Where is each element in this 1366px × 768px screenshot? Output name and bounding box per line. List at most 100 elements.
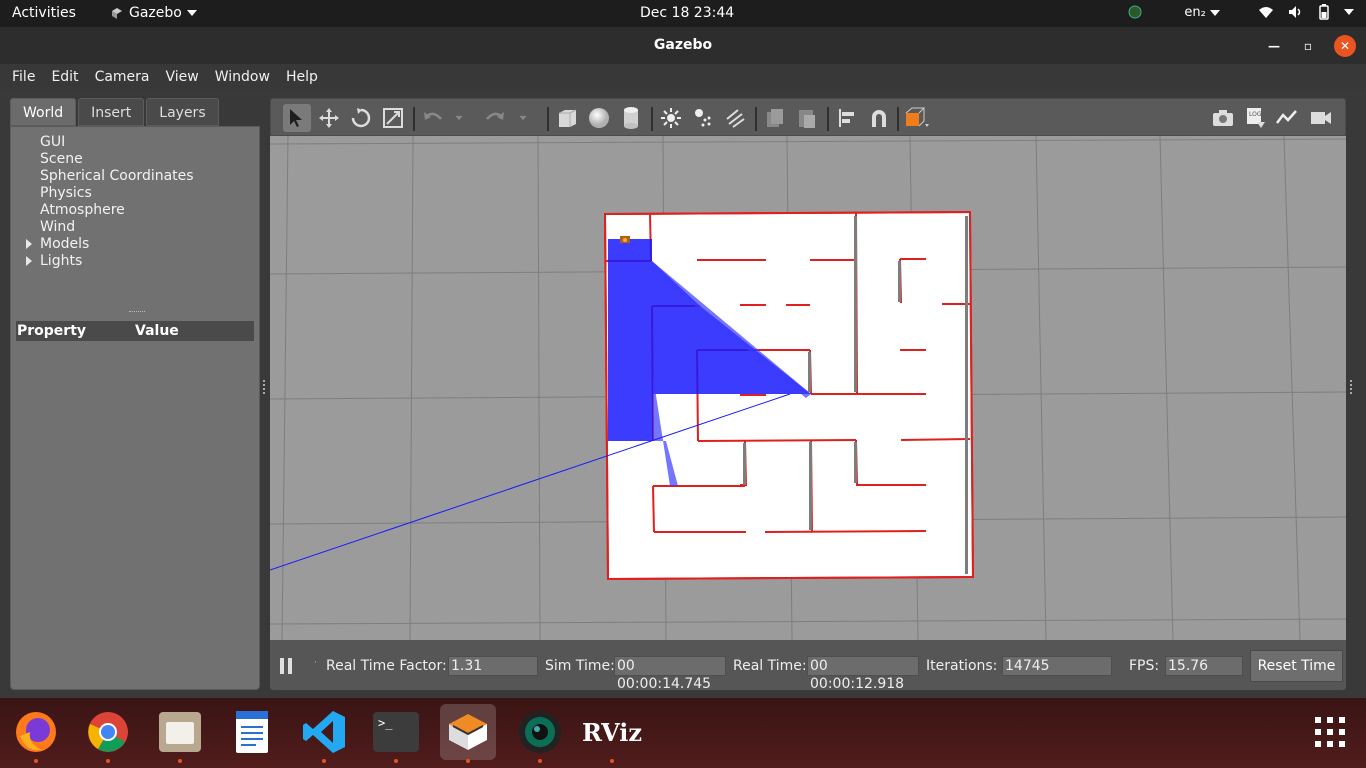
real-time-label: Real Time:	[733, 658, 807, 674]
menu-file[interactable]: File	[12, 69, 35, 85]
tree-item-label: Physics	[40, 184, 92, 201]
minimize-button[interactable]: —	[1266, 38, 1282, 54]
property-column-header: Property	[17, 323, 87, 339]
tree-item-label: Spherical Coordinates	[40, 167, 194, 184]
tree-item-label: GUI	[40, 133, 66, 150]
align-icon[interactable]	[833, 104, 861, 132]
input-language-label: en₂	[1184, 4, 1206, 20]
svg-text:LOG: LOG	[1249, 111, 1262, 118]
activities-button[interactable]: Activities	[12, 5, 76, 21]
wifi-icon[interactable]	[1258, 5, 1274, 19]
rtf-label: Real Time Factor:	[326, 658, 447, 674]
fps-label: FPS:	[1129, 658, 1160, 674]
sphere-shape-icon[interactable]	[585, 104, 613, 132]
vscode-icon[interactable]	[296, 704, 352, 763]
menu-view[interactable]: View	[166, 69, 199, 85]
fps-field: 15.76	[1165, 656, 1243, 676]
tree-item-gui[interactable]: GUI	[23, 133, 194, 150]
tree-item-wind[interactable]: Wind	[23, 218, 194, 235]
select-mode-icon[interactable]	[283, 104, 311, 132]
reset-time-button[interactable]: Reset Time	[1250, 650, 1343, 682]
value-column-header: Value	[135, 323, 179, 339]
tree-item-lights[interactable]: Lights	[23, 252, 194, 269]
rviz-logo-text: RViz	[581, 717, 643, 747]
window-title-bar[interactable]: Gazebo — ▫ ✕	[0, 27, 1366, 64]
copy-icon[interactable]	[761, 104, 789, 132]
screenshot-icon[interactable]	[1209, 104, 1237, 132]
rviz-icon[interactable]: RViz	[581, 704, 643, 763]
status-globe-icon[interactable]	[1128, 5, 1142, 19]
app-body: World Insert Layers GUI Scene Spherical …	[0, 90, 1366, 698]
property-table-header: Property Value	[16, 321, 254, 341]
maze-model[interactable]	[603, 210, 975, 581]
tab-insert[interactable]: Insert	[78, 98, 145, 126]
step-dots: ·	[314, 658, 317, 668]
app-menu-label: Gazebo	[129, 5, 182, 21]
iterations-field: 14745	[1002, 656, 1112, 676]
tree-item-spherical-coordinates[interactable]: Spherical Coordinates	[23, 167, 194, 184]
snap-icon[interactable]	[865, 104, 893, 132]
menu-edit[interactable]: Edit	[51, 69, 78, 85]
tab-layers[interactable]: Layers	[146, 98, 219, 126]
point-light-icon[interactable]	[657, 104, 685, 132]
menu-camera[interactable]: Camera	[95, 69, 150, 85]
files-icon[interactable]	[152, 704, 208, 763]
chevron-down-icon	[186, 10, 197, 16]
menu-bar: File Edit Camera View Window Help	[0, 64, 1366, 90]
rtf-field: 1.31	[448, 656, 538, 676]
panel-splitter-handle[interactable]	[129, 311, 145, 313]
robot-model[interactable]	[620, 236, 630, 243]
plot-icon[interactable]	[1273, 104, 1301, 132]
translate-mode-icon[interactable]	[315, 104, 343, 132]
tab-world[interactable]: World	[10, 98, 77, 126]
tree-item-models[interactable]: Models	[23, 235, 194, 252]
system-menu-chevron-icon[interactable]	[1344, 9, 1354, 15]
tree-item-label: Lights	[40, 252, 83, 269]
expand-arrow-icon[interactable]	[23, 238, 35, 250]
spot-light-icon[interactable]	[689, 104, 717, 132]
expand-arrow-icon[interactable]	[23, 255, 35, 267]
menu-help[interactable]: Help	[286, 69, 318, 85]
left-panel-handle[interactable]	[263, 380, 266, 394]
panel-tabs: World Insert Layers	[10, 98, 260, 126]
clock[interactable]: Dec 18 23:44	[640, 5, 734, 21]
gazebo-icon[interactable]	[440, 704, 496, 763]
input-language-indicator[interactable]: en₂	[1184, 5, 1220, 20]
scene-viewport[interactable]	[270, 136, 1346, 640]
iterations-label: Iterations:	[926, 658, 998, 674]
maximize-button[interactable]: ▫	[1300, 38, 1316, 54]
text-editor-icon[interactable]	[224, 704, 280, 760]
volume-icon[interactable]	[1288, 5, 1304, 19]
system-tray[interactable]: en₂	[1128, 4, 1354, 20]
camera-app-icon[interactable]	[512, 704, 568, 763]
directional-light-icon[interactable]	[721, 104, 749, 132]
tree-item-atmosphere[interactable]: Atmosphere	[23, 201, 194, 218]
chrome-icon[interactable]	[80, 704, 136, 763]
rotate-mode-icon[interactable]	[347, 104, 375, 132]
menu-window[interactable]: Window	[215, 69, 270, 85]
dock: >_ RViz	[0, 698, 1366, 768]
record-video-icon[interactable]	[1307, 104, 1335, 132]
app-menu-button[interactable]: Gazebo	[110, 5, 197, 21]
tree-item-scene[interactable]: Scene	[23, 150, 194, 167]
undo-icon[interactable]	[419, 104, 447, 132]
world-tab-panel: GUI Scene Spherical Coordinates Physics …	[10, 126, 260, 690]
log-icon[interactable]: LOG	[1241, 104, 1269, 132]
terminal-icon[interactable]: >_	[368, 704, 424, 763]
battery-icon[interactable]	[1318, 4, 1330, 20]
firefox-icon[interactable]	[8, 704, 64, 763]
redo-icon[interactable]	[481, 104, 509, 132]
cylinder-shape-icon[interactable]	[617, 104, 645, 132]
redo-history-icon[interactable]	[515, 104, 531, 132]
undo-history-icon[interactable]	[451, 104, 467, 132]
box-shape-icon[interactable]	[553, 104, 581, 132]
paste-icon[interactable]	[793, 104, 821, 132]
close-button[interactable]: ✕	[1334, 34, 1356, 57]
right-panel-handle[interactable]	[1350, 380, 1353, 394]
scale-mode-icon[interactable]	[379, 104, 407, 132]
play-pause-icon[interactable]	[280, 658, 294, 674]
show-applications-icon[interactable]	[1302, 704, 1358, 760]
tree-item-physics[interactable]: Physics	[23, 184, 194, 201]
scene-render[interactable]	[270, 136, 1346, 640]
view-angle-icon[interactable]	[903, 104, 931, 132]
